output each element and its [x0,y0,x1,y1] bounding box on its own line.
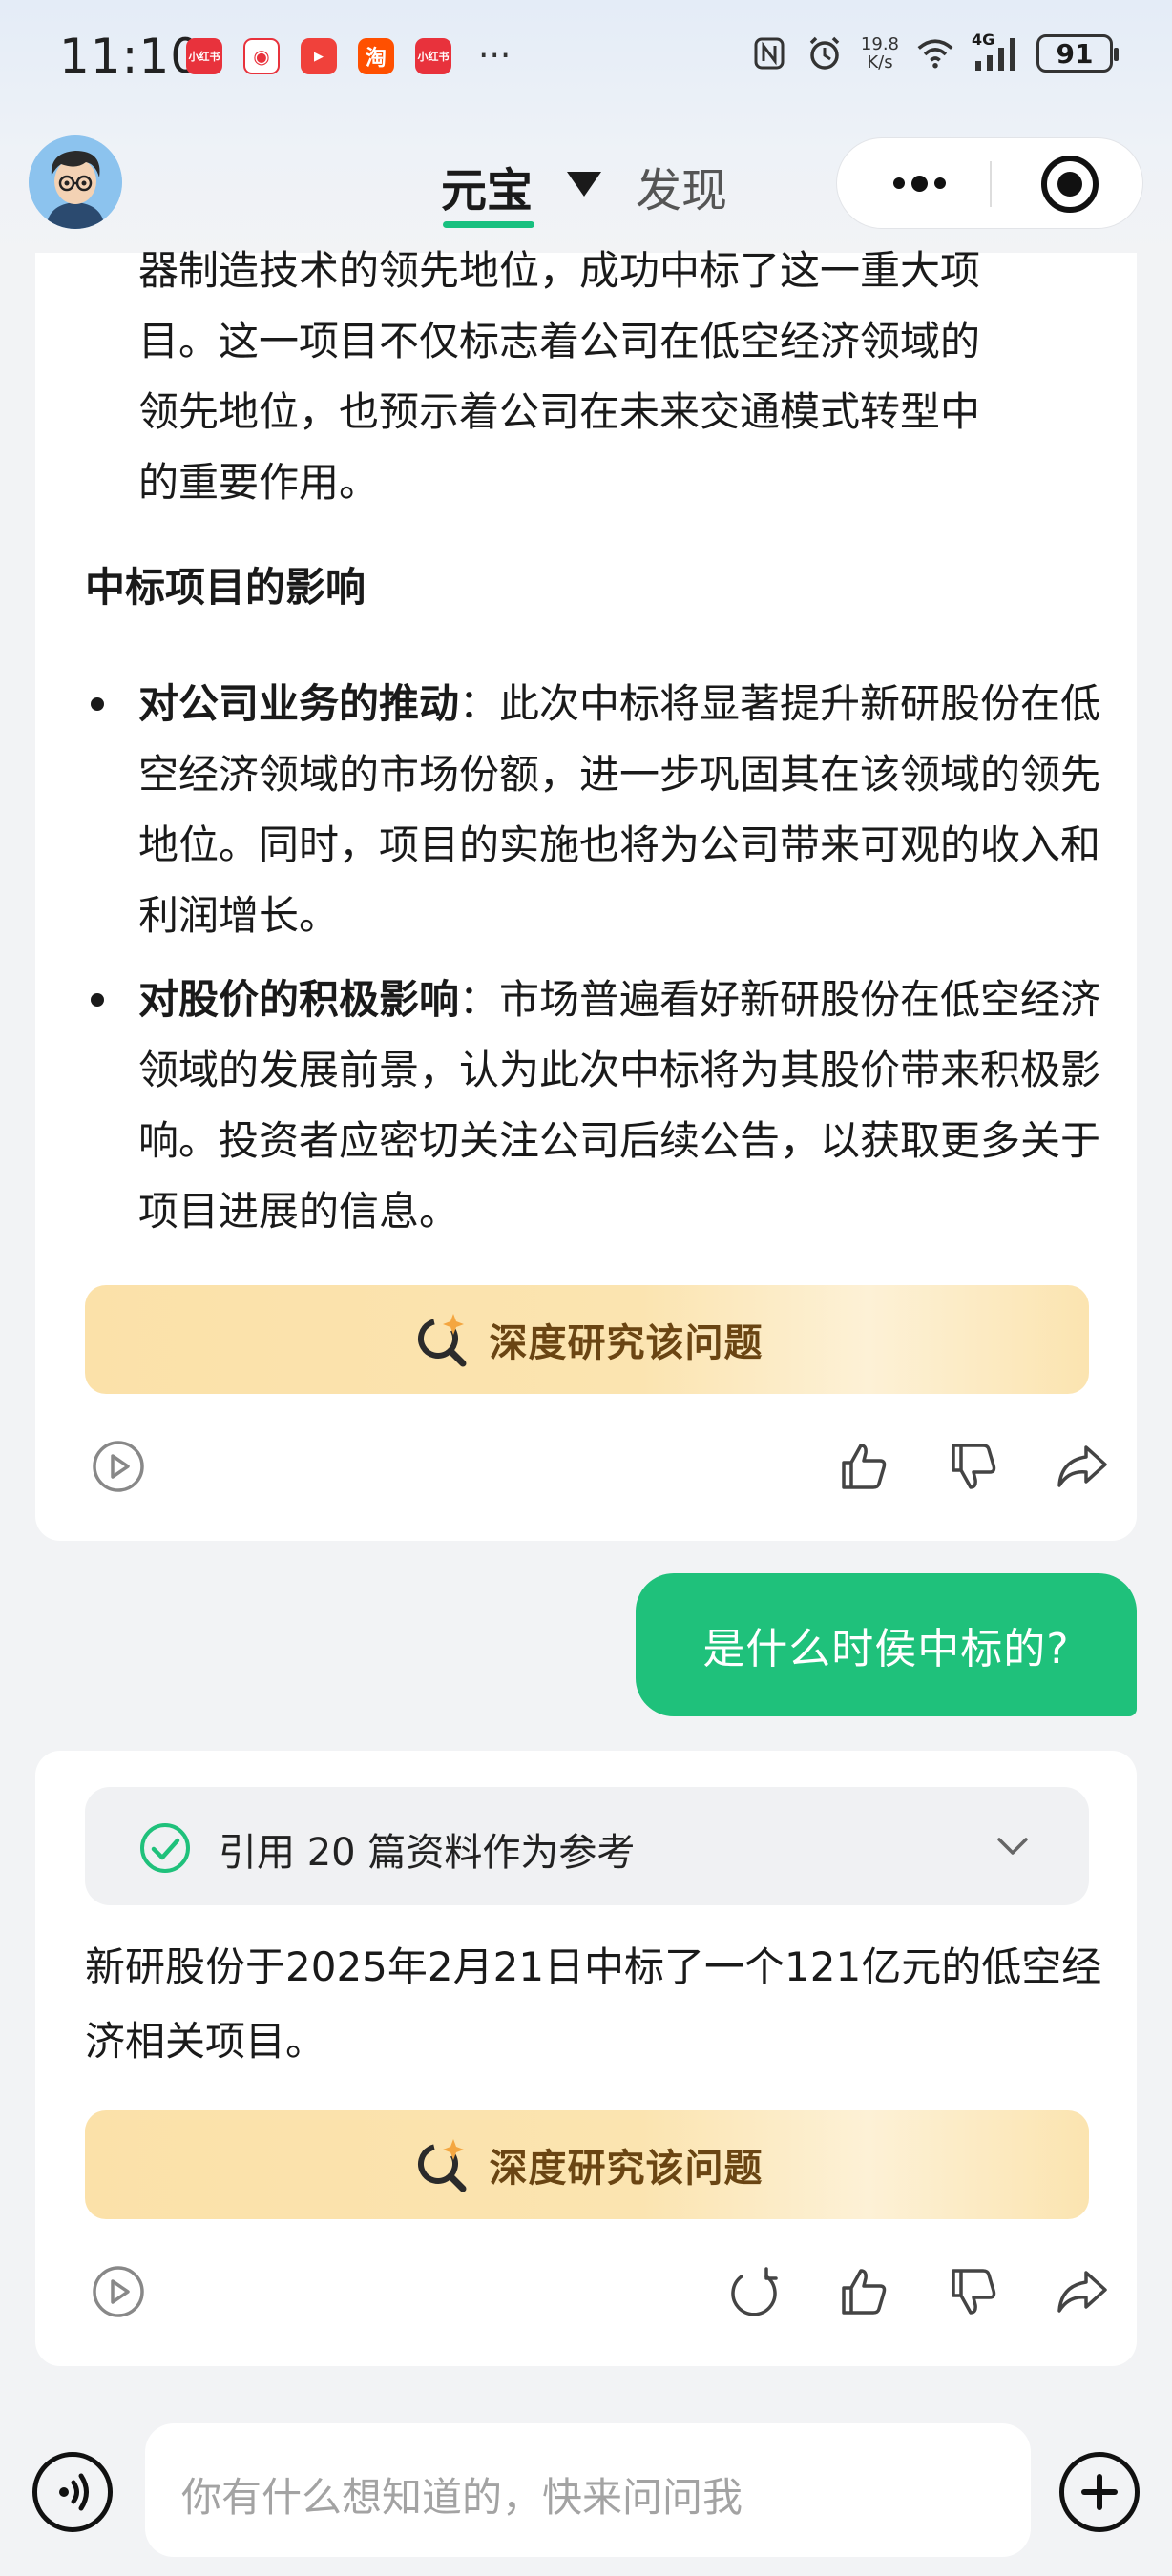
bullet-dot [91,993,104,1007]
references-label: 引用 20 篇资料作为参考 [219,1831,636,1875]
message-paragraph-line: 目。这一项目不仅标志着公司在低空经济领域的 [138,318,981,364]
voice-icon[interactable] [32,2452,113,2532]
deep-research-button[interactable]: 深度研究该问题 [85,1285,1089,1394]
user-message-text: 是什么时侯中标的? [702,1625,1070,1673]
mini-program-capsule [836,137,1143,229]
regenerate-icon[interactable] [720,2258,786,2325]
wifi-icon [916,34,954,73]
bullet-title: 对公司业务的推动 [138,680,460,727]
bullet-item: 对股价的积极影响：市场普遍看好新研股份在低空经济领域的发展前景，认为此次中标将为… [138,965,1102,1247]
app-header: 元宝 发现 [0,134,1172,239]
message-paragraph-line: 器制造技术的领先地位，成功中标了这一重大项 [138,247,981,294]
target-icon[interactable] [1041,156,1099,213]
bullet-dot [91,697,104,711]
deep-research-icon [411,2133,474,2196]
caret-down-icon[interactable] [567,172,601,197]
chat-input-placeholder: 你有什么想知道的，快来问问我 [181,2474,743,2521]
system-icons: 19.8 K/s 4G 91 [750,31,1119,73]
more-icon[interactable] [881,159,957,207]
deep-research-button[interactable]: 深度研究该问题 [85,2110,1089,2219]
net-speed-value: 19.8 [860,34,899,54]
assistant-message-card: 引用 20 篇资料作为参考 新研股份于2025年2月21日中标了一个121亿元的… [35,1751,1137,2366]
chevron-down-icon [994,1827,1032,1865]
taobao-icon: 淘 [358,38,394,74]
thumb-down-icon[interactable] [939,2258,1006,2325]
message-paragraph-line: 的重要作用。 [138,459,380,506]
weibo-icon: ◉ [243,38,280,74]
bullet-title: 对股价的积极影响 [138,976,460,1023]
capsule-divider [990,161,992,207]
plus-icon[interactable] [1059,2452,1140,2532]
deep-research-icon [411,1308,474,1371]
notif-app-icon: 小红书 [186,38,222,74]
signal-icon: 4G [972,31,1019,73]
assistant-message-card: 器制造技术的领先地位，成功中标了这一重大项 目。这一项目不仅标志着公司在低空经济… [35,247,1137,1541]
net-speed-unit: K/s [867,52,893,73]
share-icon[interactable] [1049,1433,1116,1500]
deep-research-label: 深度研究该问题 [489,2147,764,2191]
notification-icons: 小红书 ◉ ▶ 淘 小红书 ··· [186,38,511,74]
battery-indicator: 91 [1036,34,1119,73]
thumb-up-icon[interactable] [829,2258,896,2325]
thumb-up-icon[interactable] [829,1433,896,1500]
user-message-bubble: 是什么时侯中标的? [636,1573,1137,1716]
message-paragraph-line: 领先地位，也预示着公司在未来交通模式转型中 [138,388,981,435]
message-actions [85,1433,1107,1500]
active-tab-indicator [443,221,534,228]
deep-research-label: 深度研究该问题 [489,1321,764,1365]
references-toggle[interactable]: 引用 20 篇资料作为参考 [85,1787,1089,1905]
message-actions [85,2258,1107,2325]
chat-input[interactable]: 你有什么想知道的，快来问问我 [145,2423,1031,2557]
play-icon[interactable] [85,1433,152,1500]
notif-app-icon: 小红书 [415,38,451,74]
avatar[interactable] [29,135,122,229]
check-circle-icon [138,1821,192,1875]
nfc-icon [750,34,788,73]
play-icon[interactable] [85,2258,152,2325]
net-speed: 19.8 K/s [861,35,899,72]
answer-text: 新研股份于2025年2月21日中标了一个121亿元的低空经济相关项目。 [85,1943,1102,2065]
section-heading: 中标项目的影响 [85,564,366,611]
video-app-icon: ▶ [301,38,337,74]
input-bar: 你有什么想知道的，快来问问我 [0,2404,1172,2576]
more-notifications-icon: ··· [478,36,512,75]
thumb-down-icon[interactable] [939,1433,1006,1500]
alarm-icon [806,34,844,73]
bullet-item: 对公司业务的推动：此次中标将显著提升新研股份在低空经济领域的市场份额，进一步巩固… [138,669,1102,951]
status-bar: 11:10 小红书 ◉ ▶ 淘 小红书 ··· 19.8 K/s 4G 91 [0,0,1172,114]
tab-discover[interactable]: 发现 [636,153,727,219]
share-icon[interactable] [1049,2258,1116,2325]
status-time: 11:10 [59,29,202,84]
tab-yuanbao[interactable]: 元宝 [441,153,533,219]
